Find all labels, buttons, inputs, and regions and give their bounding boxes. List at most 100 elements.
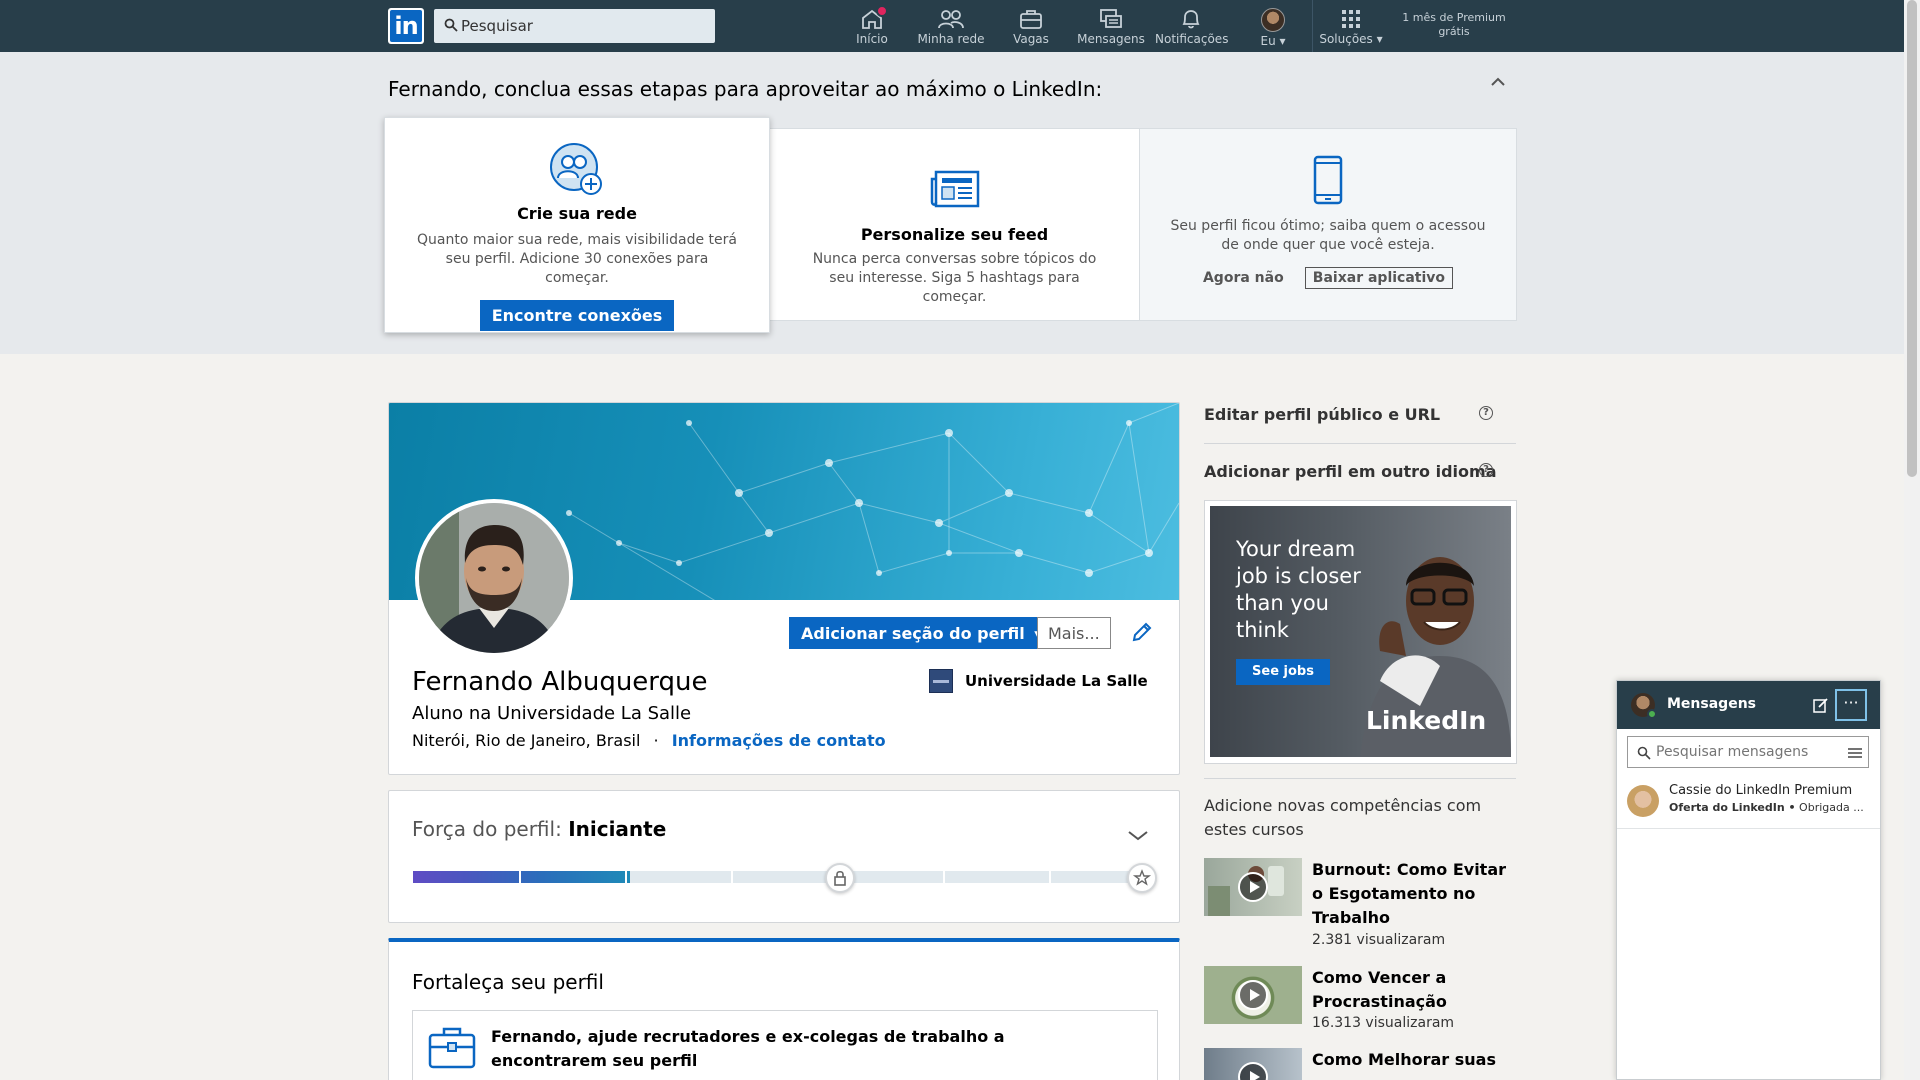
conversation-preview-row: Oferta do LinkedIn • Obrigada ... (1669, 801, 1864, 814)
course-title[interactable]: Como Vencer a Procrastinação (1312, 966, 1512, 1014)
strength-level: Iniciante (568, 817, 667, 841)
strengthen-profile-card: Fortaleça seu perfil Fernando, ajude rec… (388, 938, 1180, 1080)
lock-icon (834, 870, 846, 886)
meter-gap-1 (519, 871, 521, 883)
not-now-button[interactable]: Agora não (1203, 270, 1284, 286)
nav-item-network[interactable]: Minha rede (915, 8, 987, 48)
course-title[interactable]: Como Melhorar suas (1312, 1048, 1512, 1072)
help-icon[interactable]: ? (1479, 463, 1493, 477)
job-ad[interactable]: Your dream job is closer than you think … (1204, 500, 1517, 764)
sidebar-divider (1204, 443, 1516, 444)
online-status-dot (1647, 709, 1657, 719)
card-text-network: Quanto maior sua rede, mais visibilidade… (416, 232, 737, 286)
school-logo (929, 669, 953, 693)
onboarding-section: Fernando, conclua essas etapas para apro… (0, 52, 1904, 354)
messaging-avatar (1631, 693, 1657, 719)
strengthen-suggestion[interactable]: Fernando, ajude recrutadores e ex-colega… (412, 1010, 1158, 1080)
onboarding-card-feed: Personalize seu feed Nunca perca convers… (769, 128, 1140, 321)
messaging-options-button[interactable]: ··· (1835, 689, 1867, 721)
nav-label-jobs: Vagas (1013, 32, 1049, 46)
messaging-header[interactable]: Mensagens ··· (1617, 681, 1880, 729)
profile-name: Fernando Albuquerque (412, 667, 708, 697)
add-profile-section-label: Adicionar seção do perfil (801, 623, 1025, 643)
nav-label-me-wrap: Eu ▾ (1260, 34, 1286, 48)
course-thumbnail[interactable] (1204, 858, 1302, 916)
nav-item-home[interactable]: Início (846, 5, 898, 48)
conversation-name: Cassie do LinkedIn Premium (1669, 783, 1853, 798)
linkedin-logo[interactable]: in (388, 8, 424, 44)
nav-item-notifications[interactable]: Notificações (1155, 8, 1229, 48)
nav-divider (1312, 0, 1313, 52)
meter-fill (413, 871, 631, 883)
global-nav: in Início Minha rede Vaga (0, 0, 1904, 52)
course-thumbnail[interactable] (1204, 966, 1302, 1024)
see-jobs-button[interactable]: See jobs (1236, 659, 1330, 685)
strength-label: Força do perfil: (412, 817, 562, 841)
filter-icon[interactable] (1848, 747, 1862, 759)
onboarding-card-app: Seu perfil ficou ótimo; saiba quem o ace… (1139, 128, 1517, 321)
conversation-item[interactable]: Cassie do LinkedIn Premium Oferta do Lin… (1617, 777, 1880, 829)
profile-location: Niterói, Rio de Janeiro, Brasil (412, 731, 641, 750)
expand-strength-button[interactable] (1127, 827, 1149, 846)
conversation-sender: Oferta do LinkedIn • (1669, 801, 1796, 814)
find-connections-button[interactable]: Encontre conexões (479, 300, 675, 331)
nav-label-network: Minha rede (917, 32, 985, 46)
star-milestone (1127, 863, 1157, 893)
ad-headline: Your dream job is closer than you think (1236, 537, 1361, 642)
search-icon (444, 18, 458, 32)
nav-item-solutions[interactable]: Soluções ▾ (1316, 8, 1386, 48)
scrollbar-thumb[interactable] (1907, 0, 1917, 477)
play-icon (1238, 872, 1268, 902)
more-button[interactable]: Mais... (1037, 617, 1111, 649)
meter-gap-3 (731, 871, 733, 883)
meter-gap-4 (943, 871, 945, 883)
nav-item-jobs[interactable]: Vagas (1005, 8, 1057, 48)
play-icon (1238, 1062, 1268, 1080)
add-network-icon (550, 143, 602, 195)
school-name-link[interactable]: Universidade La Salle (965, 672, 1148, 690)
profile-strength-card: Força do perfil: Iniciante (388, 790, 1180, 923)
suggestion-text: Fernando, ajude recrutadores e ex-colega… (491, 1027, 1005, 1070)
course-title[interactable]: Burnout: Como Evitar o Esgotamento no Tr… (1312, 858, 1512, 930)
strength-heading: Força do perfil: Iniciante (412, 817, 666, 841)
premium-offer-link[interactable]: 1 mês de Premium grátis (1398, 11, 1510, 39)
search-box[interactable] (434, 9, 715, 43)
edit-public-profile-link[interactable]: Editar perfil público e URL (1204, 405, 1440, 424)
compose-icon[interactable] (1813, 697, 1829, 713)
messaging-search-input[interactable] (1656, 737, 1836, 767)
download-app-button[interactable]: Baixar aplicativo (1304, 267, 1454, 289)
nav-item-messages[interactable]: Mensagens (1075, 8, 1147, 48)
conversation-preview: Obrigada ... (1799, 801, 1864, 814)
sidebar-divider (1204, 778, 1516, 779)
collapse-onboarding-button[interactable] (1488, 72, 1508, 92)
profile-top-card: Adicionar seção do perfil ▼ Mais... Fern… (388, 402, 1180, 775)
strengthen-title: Fortaleça seu perfil (412, 970, 604, 994)
edit-profile-button[interactable] (1131, 621, 1155, 645)
briefcase-icon (1020, 10, 1042, 29)
card-text-feed: Nunca perca conversas sobre tópicos do s… (812, 251, 1097, 305)
people-icon (938, 10, 964, 29)
nav-label-notifications: Notificações (1155, 32, 1229, 46)
add-profile-section-button[interactable]: Adicionar seção do perfil ▼ (789, 617, 1056, 649)
search-input[interactable] (461, 9, 711, 43)
contact-info-link[interactable]: Informações de contato (672, 731, 886, 750)
user-avatar (1261, 8, 1285, 32)
profile-photo-image (419, 503, 569, 653)
help-icon[interactable]: ? (1479, 406, 1493, 420)
profile-photo[interactable] (415, 499, 573, 657)
card-text-app: Seu perfil ficou ótimo; saiba quem o ace… (1170, 218, 1486, 253)
card-title-feed: Personalize seu feed (860, 225, 1049, 244)
course-thumbnail[interactable] (1204, 1048, 1302, 1080)
linkedin-ad-logo: LinkedIn (1366, 706, 1486, 735)
course-views: 16.313 visualizaram (1312, 1015, 1455, 1031)
onboarding-title: Fernando, conclua essas etapas para apro… (388, 77, 1103, 101)
page-scrollbar[interactable] (1904, 0, 1920, 1080)
messaging-overlay: Mensagens ··· Cassie do LinkedIn Premium… (1616, 680, 1881, 1080)
nav-item-me[interactable]: Eu ▾ (1253, 8, 1293, 48)
add-language-profile-link[interactable]: Adicionar perfil em outro idioma (1204, 462, 1497, 481)
card-title-network: Crie sua rede (517, 204, 637, 223)
messaging-search[interactable] (1627, 736, 1869, 768)
mobile-phone-icon (1313, 155, 1343, 205)
nav-label-messages: Mensagens (1077, 32, 1145, 46)
onboarding-card-network: Crie sua rede Quanto maior sua rede, mai… (384, 117, 770, 333)
